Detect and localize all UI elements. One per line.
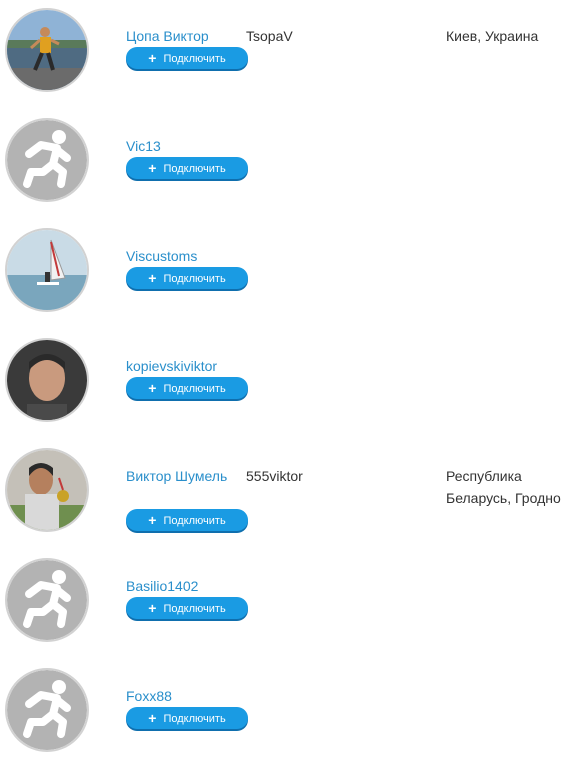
connect-button[interactable]: + Подключить [126, 377, 248, 399]
user-row: Vic13 + Подключить [0, 110, 576, 210]
plus-icon: + [148, 50, 157, 66]
default-runner-icon[interactable] [5, 668, 89, 752]
user-name-link[interactable]: Foxx88 [126, 685, 238, 707]
plus-icon: + [148, 270, 157, 286]
user-location: Киев, Украина [446, 28, 539, 44]
user-name-link[interactable]: Vic13 [126, 135, 238, 157]
plus-icon: + [148, 380, 157, 396]
connect-button[interactable]: + Подключить [126, 47, 248, 69]
user-row: Виктор Шумель 555viktor Республика Белар… [0, 440, 576, 540]
connect-label: Подключить [163, 515, 226, 527]
user-name-link[interactable]: Виктор Шумель [126, 465, 238, 487]
user-avatar-photo[interactable] [5, 448, 89, 532]
user-name-link[interactable]: Basilio1402 [126, 575, 238, 597]
connect-label: Подключить [163, 603, 226, 615]
user-login: 555viktor [246, 468, 303, 484]
connect-label: Подключить [163, 163, 226, 175]
user-name-link[interactable]: kopievskiviktor [126, 355, 238, 377]
user-name-link[interactable]: Цопа Виктор [126, 25, 238, 47]
plus-icon: + [148, 512, 157, 528]
user-login: TsopaV [246, 28, 293, 44]
connect-button[interactable]: + Подключить [126, 157, 248, 179]
connect-button[interactable]: + Подключить [126, 267, 248, 289]
default-runner-icon[interactable] [5, 558, 89, 642]
user-avatar-photo[interactable] [5, 228, 89, 312]
user-name-link[interactable]: Viscustoms [126, 245, 238, 267]
connect-label: Подключить [163, 383, 226, 395]
connect-button[interactable]: + Подключить [126, 707, 248, 729]
connect-label: Подключить [163, 273, 226, 285]
connect-label: Подключить [163, 53, 226, 65]
plus-icon: + [148, 710, 157, 726]
user-row: Basilio1402 + Подключить [0, 550, 576, 650]
connect-button[interactable]: + Подключить [126, 509, 248, 531]
connect-button[interactable]: + Подключить [126, 597, 248, 619]
plus-icon: + [148, 160, 157, 176]
default-runner-icon[interactable] [5, 118, 89, 202]
user-location: Республика Беларусь, Гродно [446, 468, 561, 506]
user-avatar-photo[interactable] [5, 338, 89, 422]
user-row: Цопа Виктор TsopaV Киев, Украина + Подклю… [0, 0, 576, 100]
user-row: Foxx88 + Подключить [0, 660, 576, 760]
connect-label: Подключить [163, 713, 226, 725]
user-row: kopievskiviktor + Подключить [0, 330, 576, 430]
plus-icon: + [148, 600, 157, 616]
user-avatar-photo[interactable] [5, 8, 89, 92]
user-row: Viscustoms + Подключить [0, 220, 576, 320]
